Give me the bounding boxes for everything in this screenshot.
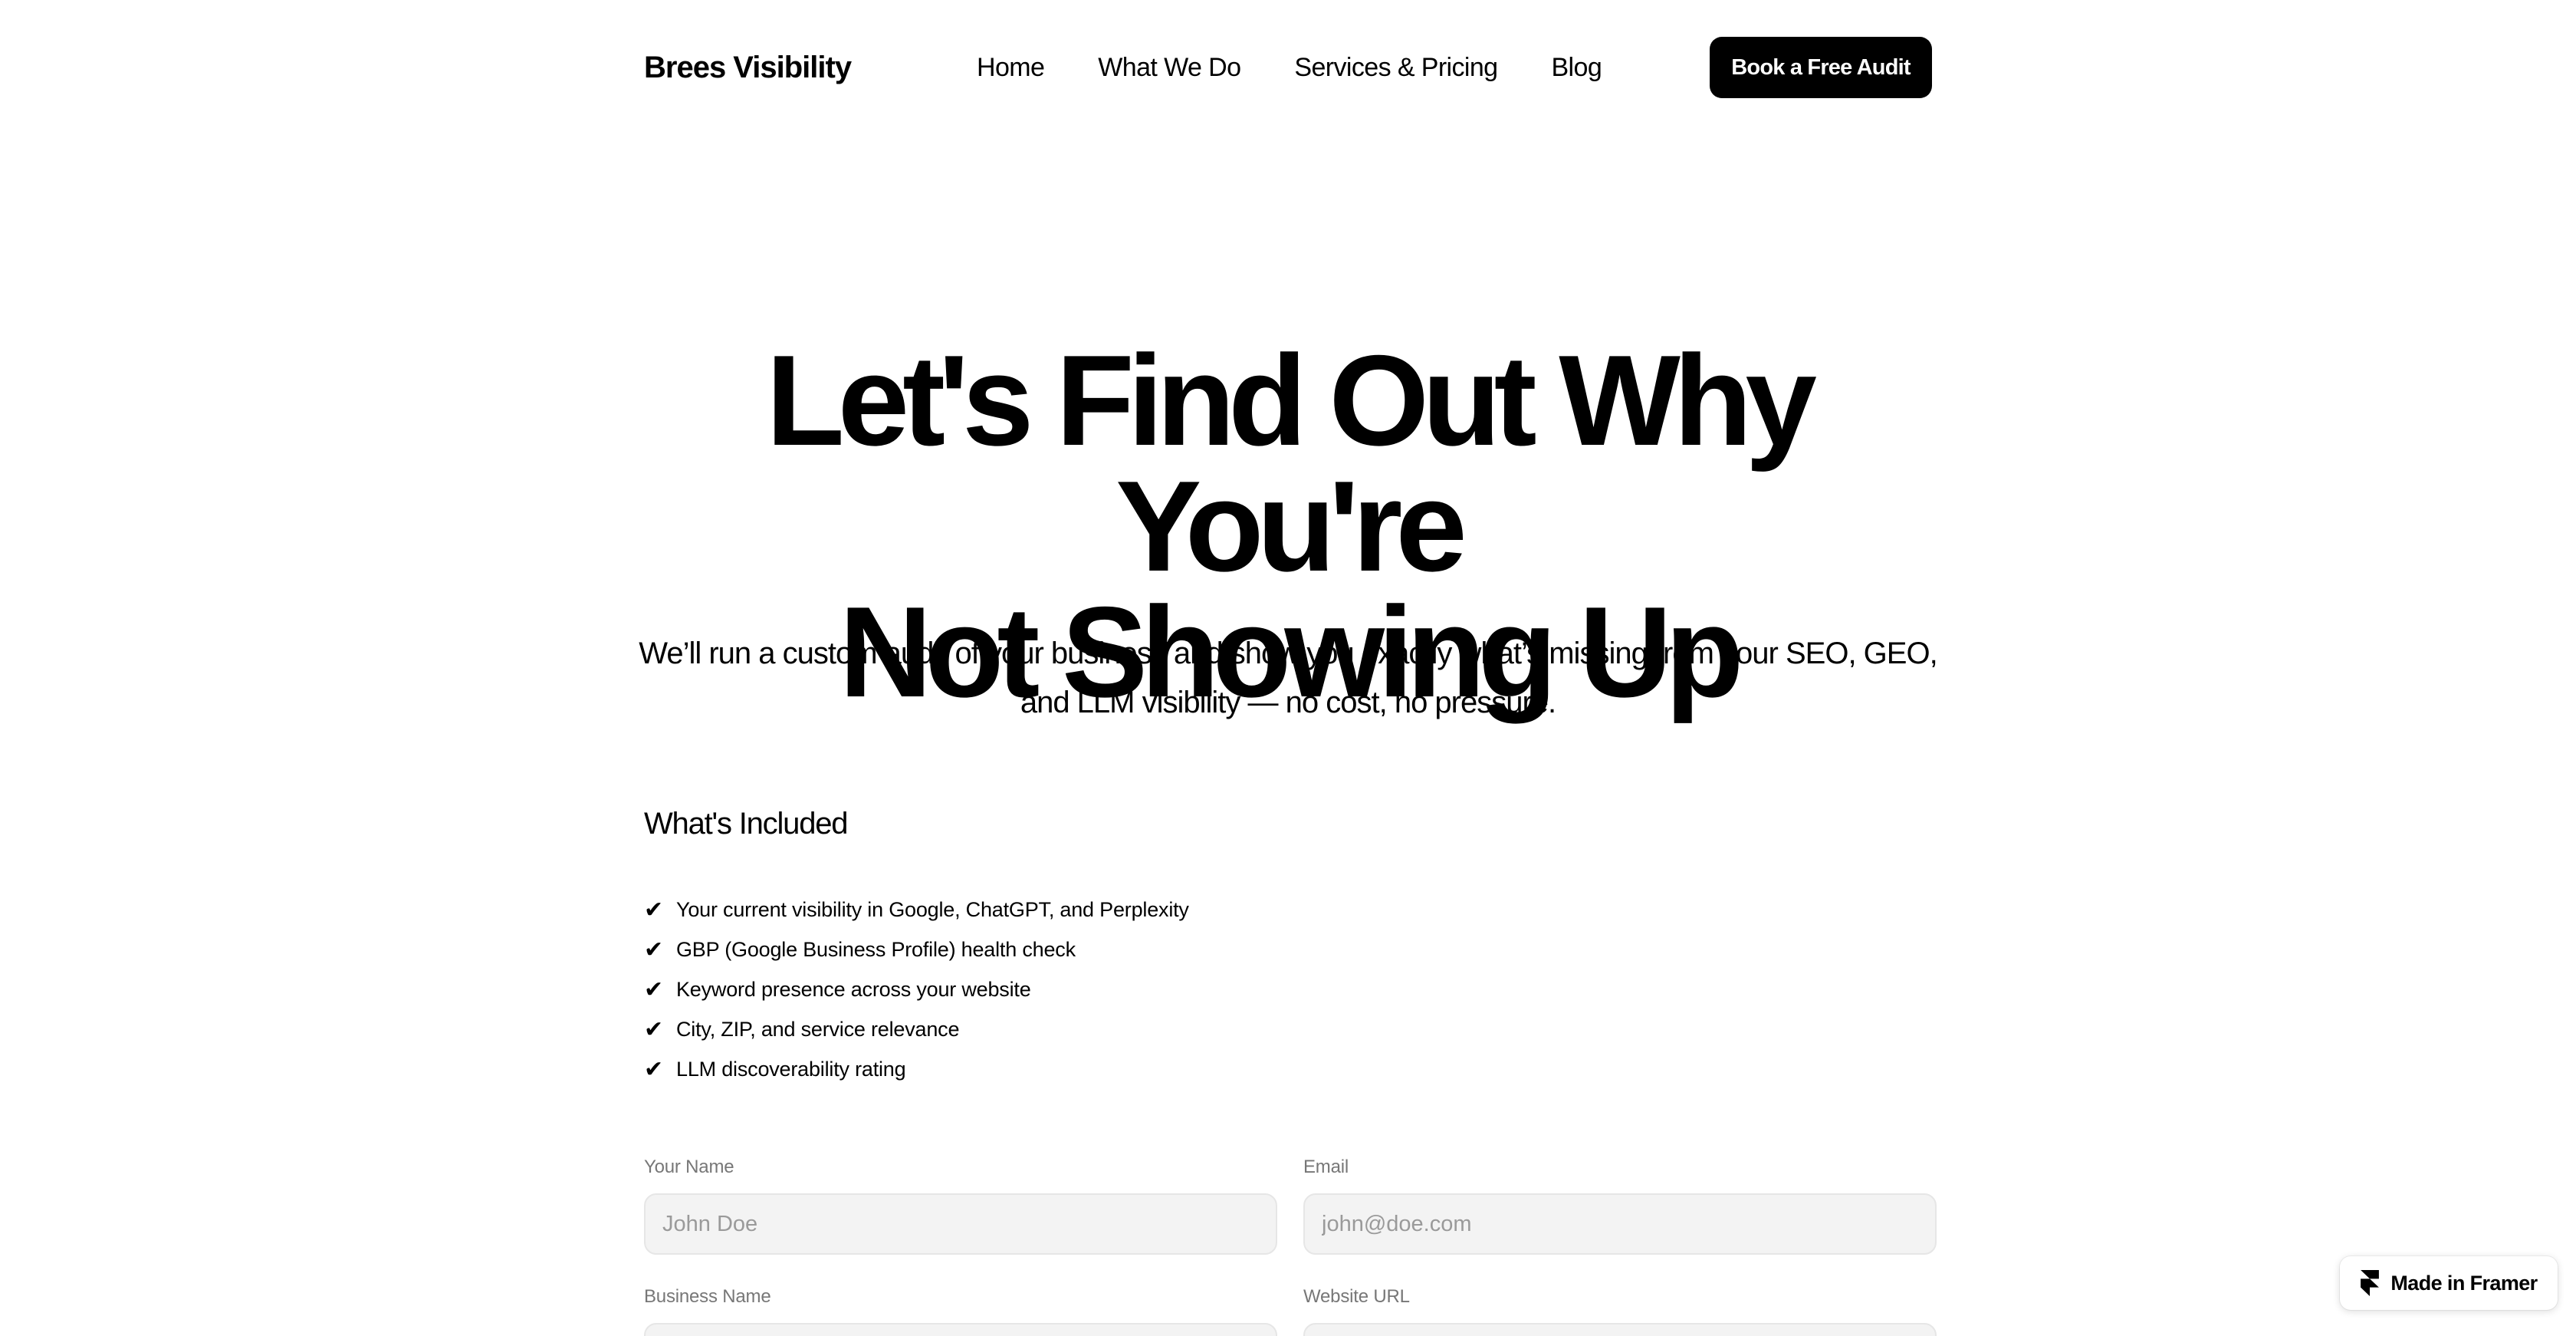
made-in-framer-label: Made in Framer [2390, 1271, 2538, 1295]
email-label: Email [1303, 1157, 1349, 1177]
list-item: ✔ City, ZIP, and service relevance [644, 1009, 1189, 1049]
name-field-group: Your Name [644, 1157, 1277, 1255]
website-url-field-group: Website URL [1303, 1286, 1937, 1336]
included-list: ✔ Your current visibility in Google, Cha… [644, 890, 1189, 1089]
hero-subtitle: We’ll run a custom audit of your busines… [613, 629, 1963, 727]
website-url-input[interactable] [1303, 1323, 1937, 1336]
list-item-text: Your current visibility in Google, ChatG… [676, 897, 1189, 921]
business-name-field-group: Business Name [644, 1286, 1277, 1336]
main-nav: Home What We Do Services & Pricing Blog [977, 37, 1602, 98]
book-free-audit-button[interactable]: Book a Free Audit [1710, 37, 1932, 98]
list-item: ✔ Keyword presence across your website [644, 969, 1189, 1009]
list-item: ✔ GBP (Google Business Profile) health c… [644, 930, 1189, 969]
hero-title-line-1: Let's Find Out Why You're [766, 328, 1817, 598]
framer-icon [2360, 1270, 2380, 1296]
page: Brees Visibility Home What We Do Service… [0, 0, 2576, 1336]
site-header: Brees Visibility Home What We Do Service… [644, 37, 1932, 98]
name-input[interactable] [644, 1193, 1277, 1255]
made-in-framer-badge[interactable]: Made in Framer [2340, 1256, 2558, 1310]
hero-subtitle-line-2: and LLM visibility — no cost, no pressur… [1020, 686, 1556, 719]
list-item-text: Keyword presence across your website [676, 977, 1031, 1001]
nav-link-home[interactable]: Home [977, 53, 1045, 83]
check-icon: ✔ [644, 1056, 663, 1082]
list-item-text: LLM discoverability rating [676, 1057, 906, 1081]
nav-link-blog[interactable]: Blog [1551, 53, 1602, 83]
nav-link-services-pricing[interactable]: Services & Pricing [1294, 53, 1498, 83]
business-name-label: Business Name [644, 1286, 771, 1307]
hero-subtitle-line-1: We’ll run a custom audit of your busines… [639, 637, 1937, 670]
included-heading: What's Included [644, 807, 849, 841]
website-url-label: Website URL [1303, 1286, 1410, 1307]
check-icon: ✔ [644, 936, 663, 963]
email-field-group: Email [1303, 1157, 1937, 1255]
list-item: ✔ LLM discoverability rating [644, 1049, 1189, 1089]
name-label: Your Name [644, 1157, 734, 1177]
business-name-input[interactable] [644, 1323, 1277, 1336]
logo[interactable]: Brees Visibility [644, 51, 852, 85]
list-item-text: City, ZIP, and service relevance [676, 1017, 960, 1041]
check-icon: ✔ [644, 1016, 663, 1042]
check-icon: ✔ [644, 976, 663, 1002]
list-item-text: GBP (Google Business Profile) health che… [676, 937, 1076, 961]
check-icon: ✔ [644, 897, 663, 923]
list-item: ✔ Your current visibility in Google, Cha… [644, 890, 1189, 930]
nav-link-what-we-do[interactable]: What We Do [1098, 53, 1241, 83]
email-input[interactable] [1303, 1193, 1937, 1255]
